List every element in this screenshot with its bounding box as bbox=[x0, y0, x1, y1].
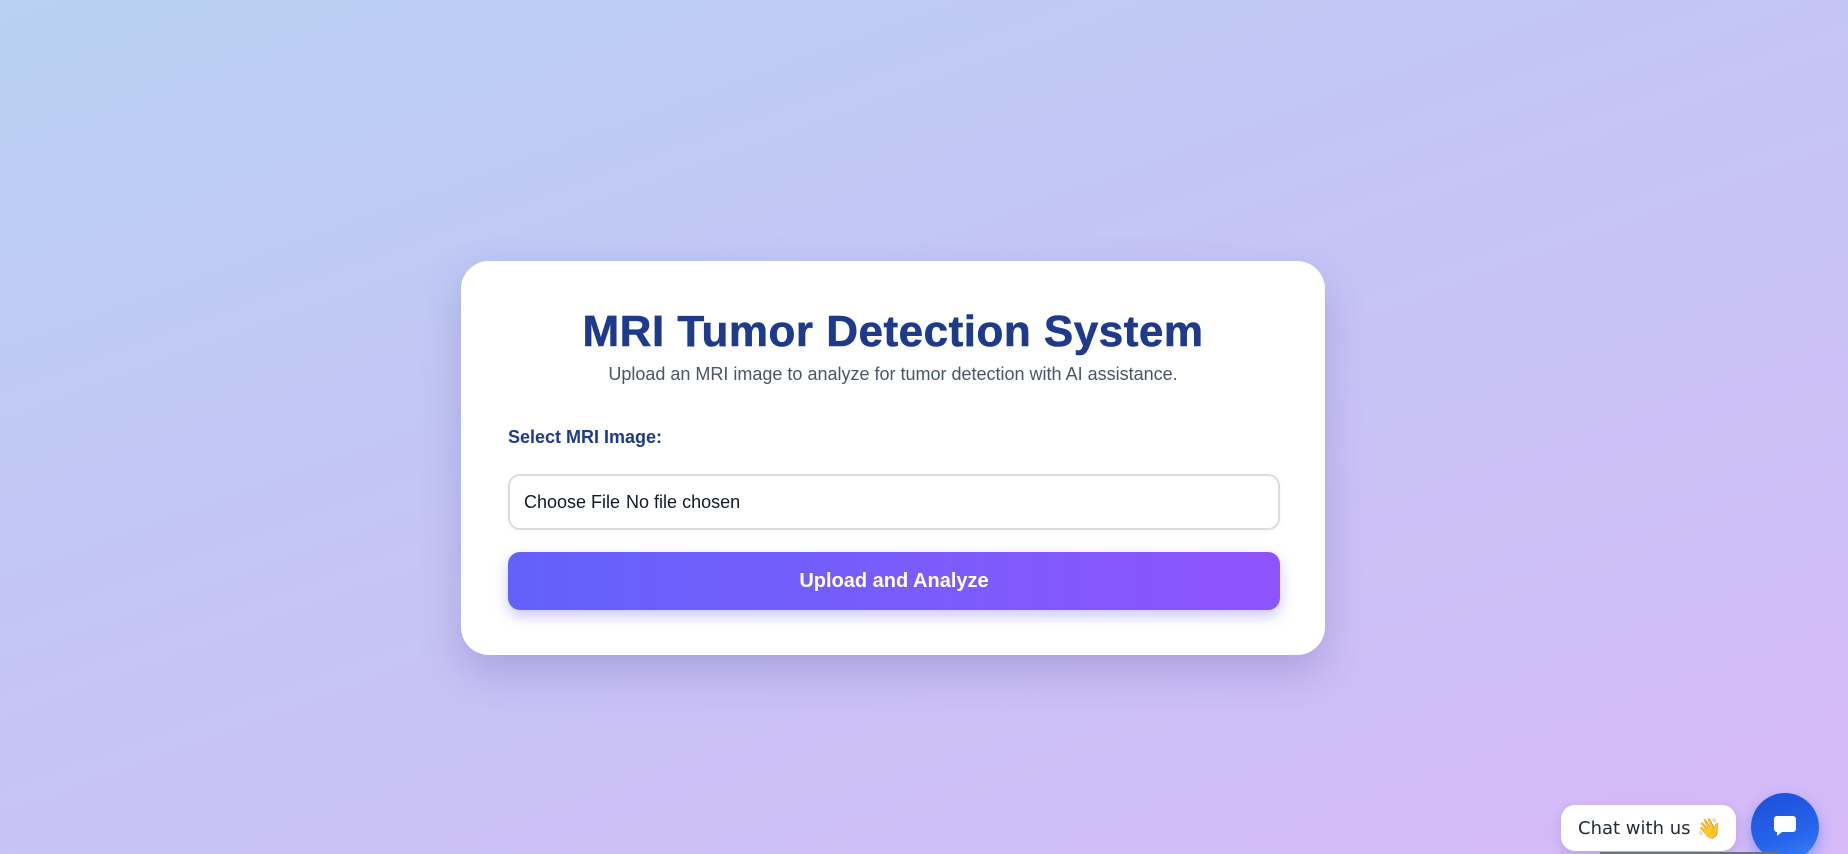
chat-launcher-button[interactable] bbox=[1751, 793, 1819, 854]
mri-image-label: Select MRI Image: bbox=[508, 427, 663, 447]
chat-with-us-button[interactable]: Chat with us 👋 bbox=[1561, 805, 1736, 851]
page-title: MRI Tumor Detection System bbox=[582, 307, 1204, 357]
file-status-text: No file chosen bbox=[626, 491, 741, 512]
waving-hand-icon: 👋 bbox=[1696, 816, 1722, 840]
chat-label: Chat with us bbox=[1578, 817, 1691, 839]
chat-bubble-icon bbox=[1774, 816, 1796, 836]
upload-analyze-button[interactable]: Upload and Analyze bbox=[508, 552, 1280, 610]
choose-file-button[interactable]: Choose File bbox=[524, 492, 620, 513]
page-subtitle: Upload an MRI image to analyze for tumor… bbox=[608, 364, 1178, 384]
upload-card: MRI Tumor Detection System Upload an MRI… bbox=[461, 261, 1325, 655]
mri-file-input[interactable]: Choose File No file chosen bbox=[508, 474, 1280, 530]
